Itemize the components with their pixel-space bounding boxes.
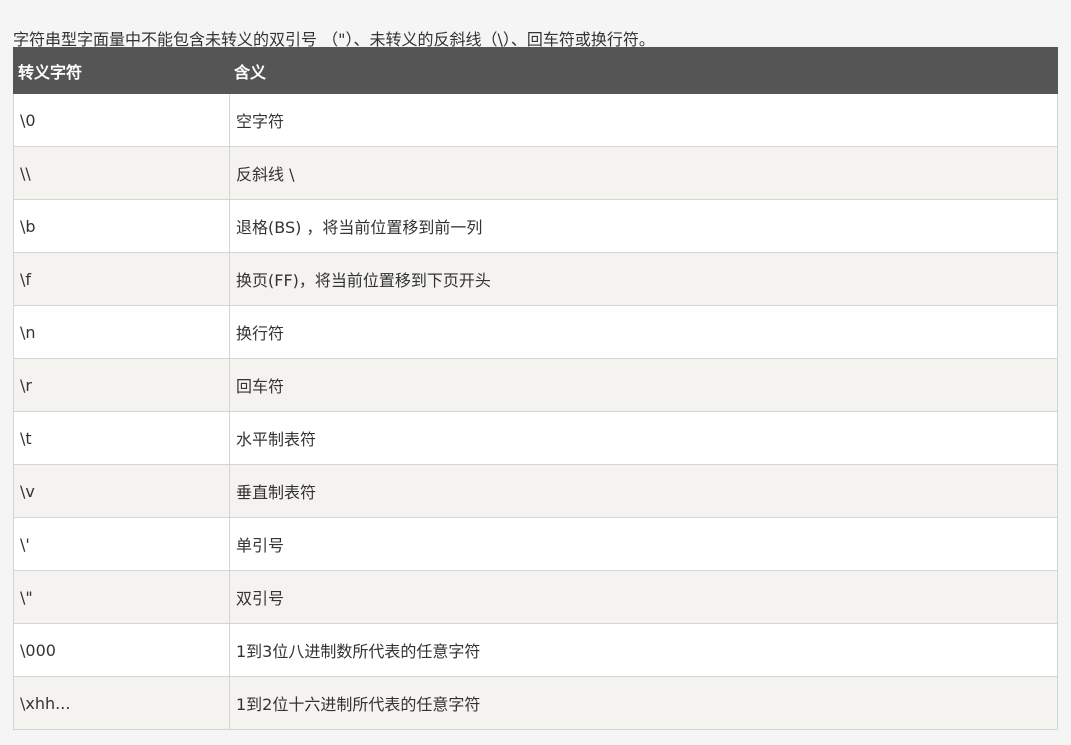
escape-code-cell: \f	[13, 252, 230, 306]
escape-code-cell: \\	[13, 146, 230, 200]
meaning-cell: 1到2位十六进制所代表的任意字符	[229, 676, 1058, 730]
table-row: \000 1到3位八进制数所代表的任意字符	[13, 623, 1058, 677]
meaning-cell: 反斜线 \	[229, 146, 1058, 200]
table-row: \\ 反斜线 \	[13, 146, 1058, 200]
escape-code-cell: \v	[13, 464, 230, 518]
table-row: \t 水平制表符	[13, 411, 1058, 465]
meaning-cell: 垂直制表符	[229, 464, 1058, 518]
escape-code-cell: \000	[13, 623, 230, 677]
escape-code-cell: \b	[13, 199, 230, 253]
table-row: \" 双引号	[13, 570, 1058, 624]
meaning-cell: 1到3位八进制数所代表的任意字符	[229, 623, 1058, 677]
header-escape-character: 转义字符	[13, 47, 230, 94]
table-row: \f 换页(FF)，将当前位置移到下页开头	[13, 252, 1058, 306]
escape-code-cell: \0	[13, 93, 230, 147]
meaning-cell: 回车符	[229, 358, 1058, 412]
meaning-cell: 空字符	[229, 93, 1058, 147]
escape-code-cell: \t	[13, 411, 230, 465]
meaning-cell: 单引号	[229, 517, 1058, 571]
header-meaning: 含义	[229, 47, 1058, 94]
escape-characters-table: 转义字符 含义 \0 空字符 \\ 反斜线 \ \b 退格(BS) ，将当前位置…	[13, 47, 1058, 730]
meaning-cell: 换行符	[229, 305, 1058, 359]
escape-code-cell: \r	[13, 358, 230, 412]
meaning-cell: 换页(FF)，将当前位置移到下页开头	[229, 252, 1058, 306]
table-row: \0 空字符	[13, 93, 1058, 147]
escape-code-cell: \"	[13, 570, 230, 624]
escape-code-cell: \xhh...	[13, 676, 230, 730]
escape-code-cell: \'	[13, 517, 230, 571]
meaning-cell: 水平制表符	[229, 411, 1058, 465]
table-row: \b 退格(BS) ，将当前位置移到前一列	[13, 199, 1058, 253]
table-row: \v 垂直制表符	[13, 464, 1058, 518]
table-body: \0 空字符 \\ 反斜线 \ \b 退格(BS) ，将当前位置移到前一列 \f…	[13, 93, 1058, 730]
escape-code-cell: \n	[13, 305, 230, 359]
meaning-cell: 双引号	[229, 570, 1058, 624]
table-row: \n 换行符	[13, 305, 1058, 359]
table-row: \xhh... 1到2位十六进制所代表的任意字符	[13, 676, 1058, 730]
table-header: 转义字符 含义	[13, 47, 1058, 94]
table-row: \r 回车符	[13, 358, 1058, 412]
header-row: 转义字符 含义	[13, 47, 1058, 94]
table-row: \' 单引号	[13, 517, 1058, 571]
meaning-cell: 退格(BS) ，将当前位置移到前一列	[229, 199, 1058, 253]
